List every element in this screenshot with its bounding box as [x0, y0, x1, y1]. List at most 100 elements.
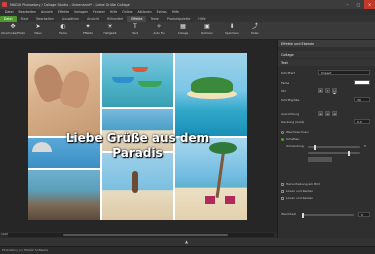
tool-color[interactable]: ◐ Farbe: [52, 23, 74, 38]
collage-text-line1[interactable]: Liebe Grüße aus dem: [28, 131, 247, 145]
soften-label: Weichzeichnen: [286, 130, 309, 134]
underline-button[interactable]: U: [332, 88, 337, 93]
shadow-label: Schatten: [286, 137, 300, 141]
align-center-button[interactable]: ≡: [325, 111, 330, 116]
align-left-button[interactable]: ≡: [318, 111, 323, 116]
effects-icon: ✦: [85, 23, 91, 30]
menu-item[interactable]: Vorlagen: [74, 10, 88, 14]
style-label: Stil: [281, 89, 286, 93]
menu-item[interactable]: Hilfe: [110, 10, 117, 14]
expand-arrow-icon[interactable]: ▲: [185, 239, 188, 244]
tool-autofix[interactable]: ✧ Auto Fix: [148, 23, 170, 38]
boat-shape: [138, 81, 162, 87]
tool-collage[interactable]: ▦ Collage: [172, 23, 194, 38]
align-label: Ausrichtung: [281, 112, 300, 116]
editor-canvas[interactable]: Liebe Grüße aus dem Paradis: [0, 40, 277, 232]
horizontal-scrollbar[interactable]: [8, 233, 274, 237]
menu-item[interactable]: Fenster: [93, 10, 105, 14]
brightness-icon: ☀: [107, 23, 113, 30]
collage-photo-island[interactable]: [175, 53, 247, 136]
opacity-field[interactable]: 0.0: [354, 119, 370, 124]
blur-label: Weichheit: [281, 212, 296, 216]
opacity-label: Deckung (Gold): [281, 120, 305, 124]
status-text: Photostory (c) MAGIX Software: [2, 248, 49, 252]
shadow-color-button[interactable]: [308, 157, 332, 162]
window-controls: – □ ×: [342, 0, 375, 9]
highlight-label: Hervorhebung am Bild: [286, 182, 320, 186]
menu-item[interactable]: Ansicht: [41, 10, 53, 14]
blur-field[interactable]: 0: [358, 212, 370, 217]
menu-item[interactable]: Bearbeiten: [19, 10, 37, 14]
tool-save[interactable]: ⬇ Speichern: [221, 23, 243, 38]
slider-knob[interactable]: [348, 150, 350, 156]
tool-move[interactable]: ✥ Verschiebe/Photo: [1, 23, 25, 38]
menu-item[interactable]: Datei: [5, 10, 14, 14]
text-icon: T: [133, 23, 137, 30]
menu-item[interactable]: Extras: [157, 10, 167, 14]
palm-trees-shape: [191, 77, 233, 93]
color-label: Farbe: [281, 81, 290, 85]
outline-value: 5: [364, 144, 366, 148]
maximize-icon[interactable]: □: [353, 0, 364, 9]
font-select[interactable]: Impact: [318, 70, 370, 75]
collage-photo-boats[interactable]: [102, 53, 173, 107]
lines-checkbox[interactable]: [281, 190, 284, 193]
scrollbar-thumb[interactable]: [63, 234, 228, 236]
person-shape: [132, 171, 138, 193]
share-icon: ⤴: [251, 23, 258, 30]
slider-knob[interactable]: [302, 212, 304, 218]
section-collage[interactable]: Collage: [278, 51, 375, 58]
collage-text-line2[interactable]: Paradis: [28, 146, 247, 160]
menu-item[interactable]: Online: [122, 10, 132, 14]
shadow-radio[interactable]: [281, 138, 284, 141]
font-size-field[interactable]: 30: [354, 97, 370, 102]
effects-panel: Effekte und Ebenen Collage Text Schrifta…: [277, 40, 375, 238]
slider-knob[interactable]: [314, 144, 316, 150]
size-label: Schriftgröße: [281, 98, 300, 102]
italic-button[interactable]: I: [325, 88, 330, 93]
bold-button[interactable]: B: [318, 88, 323, 93]
lines-label: Linien und Kanten: [286, 189, 314, 193]
collage-photo-hands[interactable]: [28, 53, 100, 136]
window-title: MAGIX Photostory / Collage Studio - Unbe…: [10, 2, 130, 7]
frame-icon: ▣: [204, 23, 210, 30]
app-icon: [2, 2, 7, 7]
highlight-checkbox[interactable]: [281, 183, 284, 186]
outline-slider[interactable]: [308, 144, 360, 150]
collage-photo-handstand[interactable]: [102, 153, 173, 220]
boat-shape: [132, 67, 148, 72]
section-text[interactable]: Text: [278, 59, 375, 66]
toolbar: ✥ Verschiebe/Photo ➤ Maus ◐ Farbe ✦ Effekte …: [0, 22, 375, 40]
collage-photo-rocks[interactable]: [28, 170, 100, 220]
text-color-swatch[interactable]: [354, 80, 370, 85]
blur-slider[interactable]: [302, 212, 354, 218]
align-right-button[interactable]: ≡: [332, 111, 337, 116]
edges-checkbox[interactable]: [281, 197, 284, 200]
ribbon-tabs: Datei Start Bearbeiten Auswählen Ansicht…: [0, 15, 375, 22]
bottom-strip: ▲: [0, 238, 375, 246]
menu-item[interactable]: Aktionen: [137, 10, 151, 14]
edges-label: Linien und Kanten: [286, 196, 314, 200]
app-window: MAGIX Photostory / Collage Studio - Unbe…: [0, 0, 375, 254]
boat-shape: [112, 77, 134, 83]
tool-share[interactable]: ⤴ Teilen: [244, 23, 266, 38]
tool-text[interactable]: T Text: [124, 23, 146, 38]
tool-cursor[interactable]: ➤ Maus: [27, 23, 49, 38]
panel-header: Effekte und Ebenen: [278, 40, 375, 47]
close-icon[interactable]: ×: [364, 0, 375, 9]
shadow-slider[interactable]: [308, 150, 360, 156]
menu-item[interactable]: Hilfe: [172, 10, 179, 14]
soften-radio[interactable]: [281, 131, 284, 134]
tool-frame[interactable]: ▣ Rahmen: [196, 23, 218, 38]
font-label: Schriftart: [281, 71, 295, 75]
minimize-icon[interactable]: –: [342, 0, 353, 9]
beach-chair-shape: [205, 196, 215, 204]
collage-icon: ▦: [180, 23, 186, 30]
title-bar: MAGIX Photostory / Collage Studio - Unbe…: [0, 0, 375, 9]
tool-effects[interactable]: ✦ Effekte: [77, 23, 99, 38]
beach-chair-shape: [225, 196, 235, 204]
tool-brightness[interactable]: ☀ Helligkeit: [99, 23, 121, 38]
save-icon: ⬇: [229, 23, 235, 30]
autofix-icon: ✧: [156, 23, 162, 30]
menu-item[interactable]: Effekte: [58, 10, 69, 14]
